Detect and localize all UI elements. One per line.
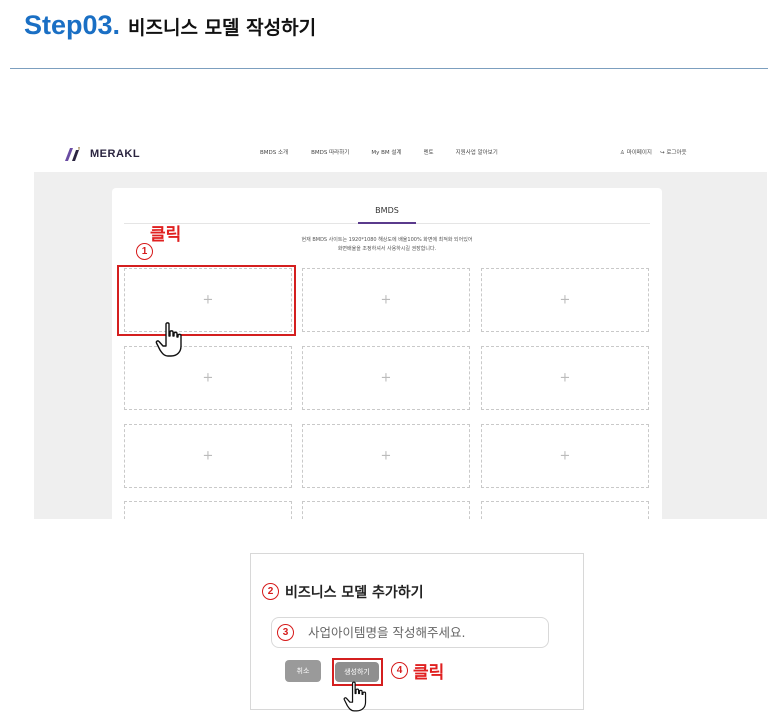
step-marker-2: 2 [262,583,279,600]
resolution-notice: 현재 BMDS 사이트는 1920*1080 해상도에 배율100% 화면에 최… [232,236,542,254]
bmds-panel: BMDS 현재 BMDS 사이트는 1920*1080 해상도에 배율100% … [112,188,662,519]
hand-cursor-icon [343,681,367,712]
highlight-box-card [117,265,296,336]
tab-bmds[interactable]: BMDS [346,206,428,215]
notice-line-1: 현재 BMDS 사이트는 1920*1080 해상도에 배율100% 화면에 최… [301,237,473,243]
heading-divider [10,68,768,69]
click-annotation-1: 클릭 [150,225,182,245]
plus-icon: + [202,448,214,464]
logout-label: 로그아웃 [666,150,687,156]
hand-cursor-icon [155,322,182,357]
cancel-button[interactable]: 취소 [285,660,321,682]
logout-icon: ↪ [660,150,665,156]
menu-item-intro[interactable]: BMDS 소개 [260,148,288,156]
mypage-label: 마이페이지 [626,150,652,156]
menu-item-mentor[interactable]: 멘토 [424,148,434,156]
menu-item-follow[interactable]: BMDS 따라하기 [311,148,349,156]
plus-icon: + [559,370,571,386]
bm-card-add[interactable]: + [302,268,470,332]
logo-text: MERAKL [90,148,141,160]
user-icon: ♙ [620,150,625,156]
step-marker-1: 1 [136,243,153,260]
merakl-logo-icon [65,147,80,161]
bm-card-add[interactable] [302,501,470,519]
logout-link[interactable]: ↪ 로그아웃 [660,148,687,156]
user-links: ♙ 마이페이지 ↪ 로그아웃 [620,148,687,156]
bm-card-add[interactable]: + [481,268,649,332]
top-navbar: MERAKL BMDS 소개 BMDS 따라하기 My BM 설계 멘토 지원사… [34,136,767,172]
step-heading: Step03. 비즈니스 모델 작성하기 [24,10,316,46]
active-tab-indicator [358,222,416,224]
bm-card-add[interactable]: + [124,346,292,410]
bm-card-add[interactable]: + [481,424,649,488]
click-annotation-2: 클릭 [413,663,445,683]
modal-title: 비즈니스 모델 추가하기 [285,585,424,601]
logo[interactable]: MERAKL [64,146,140,162]
plus-icon: + [202,370,214,386]
bm-card-add[interactable]: + [302,346,470,410]
plus-icon: + [380,292,392,308]
modal-screenshot: 2 비즈니스 모델 추가하기 사업아이템명을 작성해주세요. 3 취소 생성하기… [250,553,584,710]
step-title: 비즈니스 모델 작성하기 [128,17,317,39]
plus-icon: + [559,448,571,464]
bm-card-add[interactable]: + [302,424,470,488]
step-marker-4: 4 [391,662,408,679]
bm-card-add[interactable] [481,501,649,519]
menu-item-support[interactable]: 지원사업 알아보기 [456,148,498,156]
item-name-input[interactable]: 사업아이템명을 작성해주세요. [271,617,549,648]
step-number: Step03. [24,10,121,40]
notice-line-2: 화면배율을 조정하셔서 사용하시길 권장합니다. [337,246,437,252]
bm-card-add[interactable] [124,501,292,519]
bm-card-add[interactable]: + [124,424,292,488]
bm-card-add[interactable]: + [481,346,649,410]
plus-icon: + [380,448,392,464]
step-marker-3: 3 [277,624,294,641]
plus-icon: + [380,370,392,386]
plus-icon: + [559,292,571,308]
main-menu: BMDS 소개 BMDS 따라하기 My BM 설계 멘토 지원사업 알아보기 [260,148,498,156]
mypage-link[interactable]: ♙ 마이페이지 [620,148,652,156]
menu-item-mybm[interactable]: My BM 설계 [371,148,401,156]
